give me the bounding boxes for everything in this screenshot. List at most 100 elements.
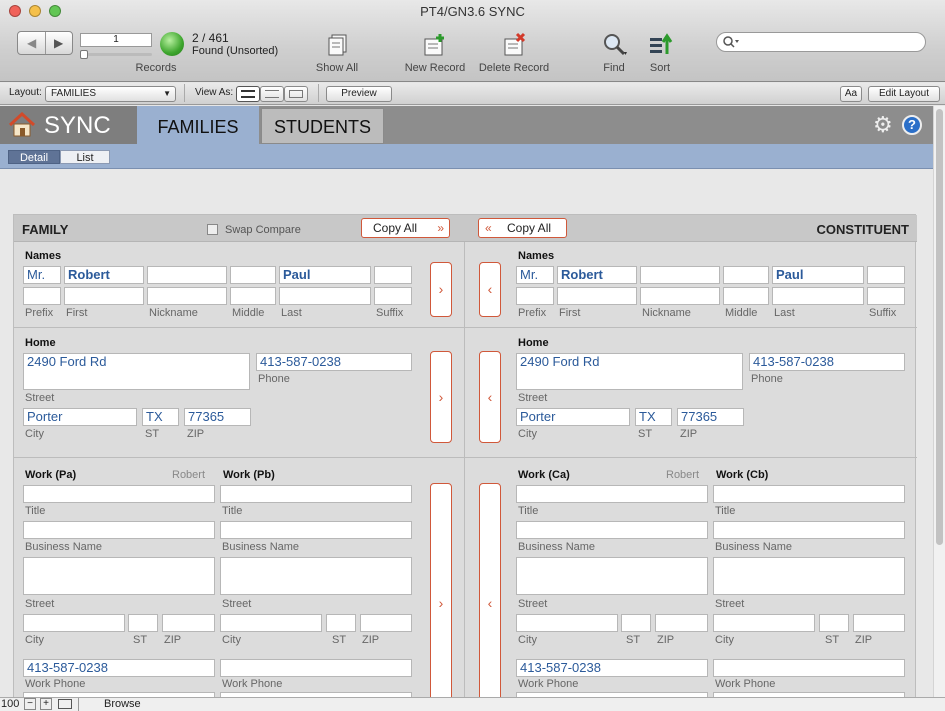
copy-home-right-button[interactable]: ›: [430, 351, 452, 443]
record-number-field[interactable]: 1: [80, 33, 152, 47]
constituent-suffix-field[interactable]: [867, 266, 905, 284]
edit-layout-button[interactable]: Edit Layout: [868, 86, 940, 102]
view-table-button[interactable]: [284, 86, 308, 102]
family-work-pb-title-field[interactable]: [220, 485, 412, 503]
family-prefix-alt-field[interactable]: [23, 287, 61, 305]
constituent-work-ca-phone-field[interactable]: 413-587-0238: [516, 659, 708, 677]
constituent-work-ca-state-field[interactable]: [621, 614, 651, 632]
constituent-work-ca-business-field[interactable]: [516, 521, 708, 539]
family-work-pa-phone-field[interactable]: 413-587-0238: [23, 659, 215, 677]
mode-indicator[interactable]: Browse: [104, 698, 141, 710]
constituent-first-field[interactable]: Robert: [557, 266, 637, 284]
constituent-work-ca-zip-field[interactable]: [655, 614, 708, 632]
copy-names-left-button[interactable]: ‹: [479, 262, 501, 317]
gear-icon[interactable]: ⚙: [873, 114, 893, 136]
view-list-button[interactable]: [260, 86, 284, 102]
family-work-pa-street-field[interactable]: [23, 557, 215, 595]
vertical-scrollbar[interactable]: [933, 106, 945, 697]
zoom-out-icon[interactable]: −: [24, 698, 36, 710]
family-nickname-field[interactable]: [147, 266, 227, 284]
constituent-prefix-field[interactable]: Mr.: [516, 266, 554, 284]
family-suffix-field[interactable]: [374, 266, 412, 284]
family-city-field[interactable]: Porter: [23, 408, 137, 426]
copy-all-to-family-button[interactable]: « Copy All: [478, 218, 567, 238]
family-first-alt-field[interactable]: [64, 287, 144, 305]
family-work-pb-city-field[interactable]: [220, 614, 322, 632]
copy-all-to-constituent-button[interactable]: Copy All »: [361, 218, 450, 238]
family-work-pa-state-field[interactable]: [128, 614, 158, 632]
constituent-work-cb-state-field[interactable]: [819, 614, 849, 632]
layout-select[interactable]: FAMILIES ▼: [45, 86, 176, 102]
zoom-level[interactable]: 100: [1, 698, 19, 710]
family-work-pb-business-field[interactable]: [220, 521, 412, 539]
family-state-field[interactable]: TX: [142, 408, 179, 426]
subtab-list[interactable]: List: [60, 150, 110, 164]
constituent-zip-field[interactable]: 77365: [677, 408, 744, 426]
constituent-work-ca-title-field[interactable]: [516, 485, 708, 503]
family-last-field[interactable]: Paul: [279, 266, 371, 284]
family-prefix-field[interactable]: Mr.: [23, 266, 61, 284]
home-button[interactable]: SYNC: [0, 106, 137, 144]
family-work-pb-phone-field[interactable]: [220, 659, 412, 677]
swap-compare-checkbox[interactable]: [207, 224, 218, 235]
constituent-work-ca-street-field[interactable]: [516, 557, 708, 595]
family-work-pa-business-field[interactable]: [23, 521, 215, 539]
family-middle-alt-field[interactable]: [230, 287, 276, 305]
copy-home-left-button[interactable]: ‹: [479, 351, 501, 443]
zoom-in-icon[interactable]: +: [40, 698, 52, 710]
constituent-work-ca-city-field[interactable]: [516, 614, 618, 632]
help-icon[interactable]: ?: [902, 115, 922, 135]
subtab-detail[interactable]: Detail: [8, 150, 60, 164]
family-phone-field[interactable]: 413-587-0238: [256, 353, 412, 371]
family-work-pa-title-field[interactable]: [23, 485, 215, 503]
constituent-work-cb-street-field[interactable]: [713, 557, 905, 595]
copy-work-right-button[interactable]: ›: [430, 483, 452, 711]
preview-button[interactable]: Preview: [326, 86, 392, 102]
tab-families[interactable]: FAMILIES: [137, 106, 259, 144]
family-middle-field[interactable]: [230, 266, 276, 284]
view-form-button[interactable]: [236, 86, 260, 102]
family-last-alt-field[interactable]: [279, 287, 371, 305]
constituent-last-alt-field[interactable]: [772, 287, 864, 305]
constituent-last-field[interactable]: Paul: [772, 266, 864, 284]
constituent-work-cb-zip-field[interactable]: [853, 614, 905, 632]
copy-work-left-button[interactable]: ‹: [479, 483, 501, 711]
family-work-pa-zip-field[interactable]: [162, 614, 215, 632]
constituent-nickname-field[interactable]: [640, 266, 720, 284]
constituent-suffix-alt-field[interactable]: [867, 287, 905, 305]
constituent-middle-alt-field[interactable]: [723, 287, 769, 305]
constituent-nickname-alt-field[interactable]: [640, 287, 720, 305]
copy-names-right-button[interactable]: ›: [430, 262, 452, 317]
family-first-field[interactable]: Robert: [64, 266, 144, 284]
slider-thumb[interactable]: [80, 50, 88, 59]
constituent-work-cb-city-field[interactable]: [713, 614, 815, 632]
search-input[interactable]: [741, 35, 917, 49]
family-work-pb-street-field[interactable]: [220, 557, 412, 595]
constituent-work-cb-phone-field[interactable]: [713, 659, 905, 677]
constituent-prefix-alt-field[interactable]: [516, 287, 554, 305]
tab-students[interactable]: STUDENTS: [261, 108, 384, 144]
text-formatting-button[interactable]: Aa: [840, 86, 862, 102]
family-suffix-alt-field[interactable]: [374, 287, 412, 305]
constituent-middle-field[interactable]: [723, 266, 769, 284]
record-slider[interactable]: [80, 50, 152, 59]
constituent-street-field[interactable]: 2490 Ford Rd: [516, 353, 743, 390]
previous-record-icon[interactable]: ◀: [27, 36, 36, 50]
constituent-state-field[interactable]: TX: [635, 408, 672, 426]
family-work-pb-state-field[interactable]: [326, 614, 356, 632]
family-street-field[interactable]: 2490 Ford Rd: [23, 353, 250, 390]
family-work-pb-zip-field[interactable]: [360, 614, 412, 632]
family-zip-field[interactable]: 77365: [184, 408, 251, 426]
toggle-status-area-icon[interactable]: [58, 699, 72, 709]
next-record-icon[interactable]: ▶: [54, 36, 63, 50]
quick-find-search[interactable]: [716, 32, 926, 52]
constituent-work-cb-business-field[interactable]: [713, 521, 905, 539]
family-nickname-alt-field[interactable]: [147, 287, 227, 305]
record-navigator[interactable]: ◀ ▶: [17, 31, 73, 55]
constituent-city-field[interactable]: Porter: [516, 408, 630, 426]
constituent-work-cb-title-field[interactable]: [713, 485, 905, 503]
constituent-phone-field[interactable]: 413-587-0238: [749, 353, 905, 371]
scrollbar-thumb[interactable]: [936, 109, 943, 545]
family-work-pa-city-field[interactable]: [23, 614, 125, 632]
constituent-first-alt-field[interactable]: [557, 287, 637, 305]
